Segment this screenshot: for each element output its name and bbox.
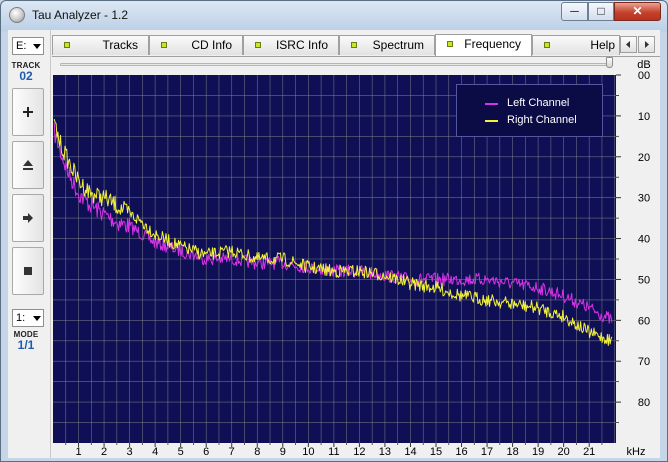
x-tick-label: 19 bbox=[532, 446, 544, 458]
y-tick-label: 00 bbox=[638, 70, 650, 82]
y-tick-label: 30 bbox=[638, 193, 650, 205]
x-tick-label: 16 bbox=[455, 446, 467, 458]
x-tick-label: 7 bbox=[229, 446, 235, 458]
x-tick-label: 5 bbox=[178, 446, 184, 458]
x-tick-label: 9 bbox=[280, 446, 286, 458]
y-tick-label: 10 bbox=[638, 111, 650, 123]
x-tick-label: 4 bbox=[152, 446, 158, 458]
y-tick-label: 40 bbox=[638, 234, 650, 246]
title-bar[interactable]: Tau Analyzer - 1.2 ─ □ ✕ bbox=[1, 1, 667, 29]
y-tick-label: 20 bbox=[638, 152, 650, 164]
y-axis-unit: dB bbox=[637, 59, 650, 71]
x-tick-label: 12 bbox=[353, 446, 365, 458]
x-tick-label: 8 bbox=[254, 446, 260, 458]
x-tick-label: 11 bbox=[328, 446, 339, 458]
y-tick-label: 70 bbox=[638, 356, 650, 368]
x-tick-label: 2 bbox=[101, 446, 107, 458]
chart-legend: Left Channel Right Channel bbox=[456, 84, 603, 137]
x-tick-label: 10 bbox=[302, 446, 314, 458]
minimize-button[interactable]: ─ bbox=[561, 2, 588, 21]
x-tick-label: 18 bbox=[506, 446, 518, 458]
x-axis-unit: kHz bbox=[627, 446, 646, 458]
x-tick-label: 15 bbox=[430, 446, 442, 458]
maximize-button[interactable]: □ bbox=[588, 2, 614, 21]
application-window: Tau Analyzer - 1.2 ─ □ ✕ E: TRACK 02 1: … bbox=[0, 0, 668, 462]
y-tick-label: 80 bbox=[638, 397, 650, 409]
x-tick-label: 14 bbox=[404, 446, 416, 458]
legend-swatch bbox=[485, 120, 498, 122]
y-tick-label: 50 bbox=[638, 274, 650, 286]
x-tick-label: 21 bbox=[583, 446, 595, 458]
client-area: E: TRACK 02 1: MODE 1/1 Tracks CD Info I… bbox=[8, 30, 660, 458]
legend-label: Left Channel bbox=[507, 97, 570, 109]
close-button[interactable]: ✕ bbox=[614, 2, 661, 21]
x-tick-label: 20 bbox=[558, 446, 570, 458]
x-tick-label: 17 bbox=[481, 446, 493, 458]
app-icon bbox=[9, 7, 25, 23]
legend-swatch bbox=[485, 103, 498, 105]
x-tick-label: 6 bbox=[203, 446, 209, 458]
x-tick-label: 13 bbox=[379, 446, 391, 458]
legend-label: Right Channel bbox=[507, 114, 577, 126]
window-title: Tau Analyzer - 1.2 bbox=[32, 8, 129, 22]
x-tick-label: 3 bbox=[127, 446, 133, 458]
x-tick-label: 1 bbox=[75, 446, 81, 458]
y-tick-label: 60 bbox=[638, 315, 650, 327]
